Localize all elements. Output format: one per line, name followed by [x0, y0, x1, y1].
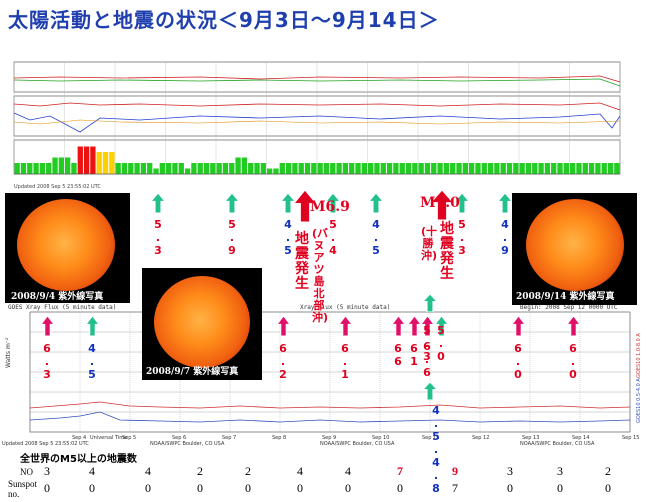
green-arrow-icon	[225, 193, 239, 213]
quake-count-cell: 4	[297, 464, 303, 478]
quake-count-cell: 4	[345, 464, 351, 478]
green-arrow-icon	[151, 193, 165, 213]
pink-arrow-icon	[40, 316, 54, 336]
bottom-annotation-value: 66	[394, 342, 402, 368]
top-annotation-value: 4.5	[372, 218, 380, 257]
sunspot-cell: 0	[245, 481, 251, 495]
quake-count-cell: 2	[605, 464, 611, 478]
mid-annotation-value: 5.3	[423, 324, 431, 363]
sunspot-cell: 0	[297, 481, 303, 495]
quake-label-right-event: 地震発生	[440, 221, 454, 282]
green-arrow-icon	[369, 193, 383, 213]
quake-label-left-magnitude: M6.9	[310, 200, 350, 215]
top-annotation-value: 5.4	[329, 218, 337, 257]
quake-count-cell: 3	[557, 464, 563, 478]
pink-arrow-icon	[407, 316, 421, 336]
quake-label-right-location: (十勝沖)	[421, 225, 438, 262]
quake-label-left-location: (バヌアツ島北部沖)	[312, 227, 329, 324]
pink-arrow-icon	[338, 316, 352, 336]
bottom-annotation-value: 4.5	[88, 342, 96, 381]
sunspot-cell: 0	[345, 481, 351, 495]
sunspot-cell: 0	[89, 481, 95, 495]
quake-count-cell: 3	[507, 464, 513, 478]
quake-count-cell: 4	[89, 464, 95, 478]
blue-stack-value: 4.5.4.8	[432, 404, 440, 495]
mid-annotation-value: 5.0	[437, 324, 445, 363]
quake-count-cell: 7	[397, 464, 403, 478]
quake-label-left-event: 地震発生	[295, 231, 309, 292]
sunspot-cell: 0	[605, 481, 611, 495]
pink-arrow-icon	[566, 316, 580, 336]
top-annotation-value: 4.9	[501, 218, 509, 257]
quake-count-cell: 9	[452, 464, 458, 478]
top-annotation-value: 5.3	[458, 218, 466, 257]
sunspot-cell: 0	[557, 481, 563, 495]
sunspot-cell: 0	[397, 481, 403, 495]
table-title: 全世界のM5以上の地震数	[20, 454, 137, 465]
sunspot-cell: 0	[197, 481, 203, 495]
sunspot-cell: 0	[44, 481, 50, 495]
green-arrow-icon	[281, 193, 295, 213]
sunspot-cell: 0	[507, 481, 513, 495]
bottom-annotation-value: 61	[410, 342, 418, 368]
sunspot-cell: 0	[145, 481, 151, 495]
quake-count-cell: 3	[44, 464, 50, 478]
bottom-annotation-value: 6.1	[341, 342, 349, 381]
quake-count-cell: 2	[197, 464, 203, 478]
pink-arrow-icon	[391, 316, 405, 336]
bottom-annotation-value: 6.3	[43, 342, 51, 381]
green-arrow-icon	[85, 316, 99, 336]
sunspot-cell: 7	[452, 481, 458, 495]
pink-arrow-icon	[511, 316, 525, 336]
quake-count-cell: 4	[145, 464, 151, 478]
arrow-layer: 5.35.94.55.44.55.34.96.34.56.26.166616.0…	[0, 0, 669, 502]
green-arrow-icon	[498, 193, 512, 213]
top-annotation-value: 5.3	[154, 218, 162, 257]
green-arrow-icon	[423, 382, 437, 400]
pink-arrow-icon	[276, 316, 290, 336]
bottom-annotation-value: 6.2	[279, 342, 287, 381]
quake-label-right-magnitude: M7.0	[420, 196, 460, 211]
row-label-count: NO	[20, 467, 33, 477]
bottom-annotation-value: 6.0	[569, 342, 577, 381]
top-annotation-value: 5.9	[228, 218, 236, 257]
bottom-annotation-value: 6.0	[514, 342, 522, 381]
green-arrow-icon	[423, 294, 437, 312]
quake-count-cell: 2	[245, 464, 251, 478]
